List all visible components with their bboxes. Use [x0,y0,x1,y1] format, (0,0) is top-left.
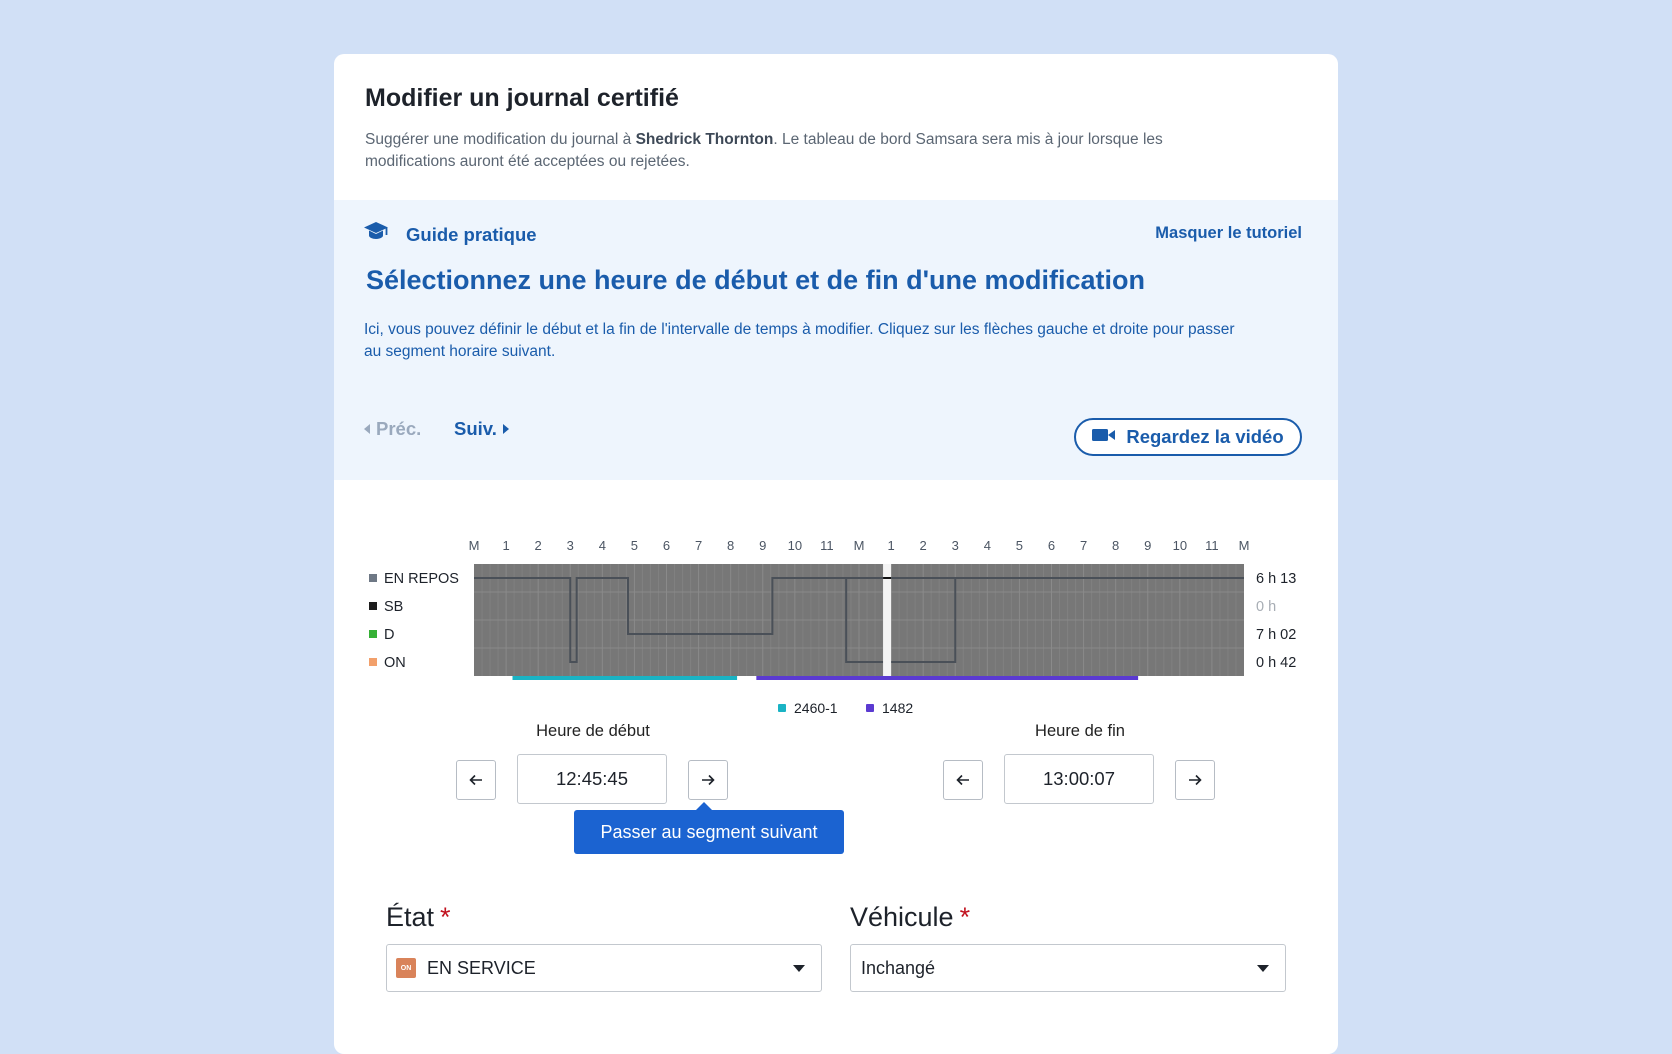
on-duty-badge: ON [396,958,416,978]
status-color-swatch [369,658,377,666]
state-select[interactable]: ON EN SERVICE [386,944,822,992]
status-total: 0 h [1256,599,1276,615]
start-prev-segment-button[interactable] [456,760,496,800]
hour-tick-label: 1 [502,538,509,553]
hour-tick-label: 10 [1173,538,1187,553]
status-color-swatch [369,602,377,610]
hour-tick-label: 3 [952,538,959,553]
end-prev-segment-button[interactable] [943,760,983,800]
end-time-label: Heure de fin [1035,722,1125,740]
start-time-label: Heure de début [536,722,650,740]
hour-tick-label: 7 [695,538,702,553]
hour-tick-label: 11 [1205,538,1219,553]
hour-tick-label: 9 [1144,538,1151,553]
arrow-left-icon [956,774,969,786]
vehicle-legend-label: 2460-1 [794,700,838,716]
hour-tick-label: 2 [920,538,927,553]
status-color-swatch [369,574,377,582]
hour-tick-label: 8 [727,538,734,553]
hour-tick-label: 4 [984,538,991,553]
vehicle-legend-label: 1482 [882,700,913,716]
status-total: 0 h 42 [1256,655,1296,671]
status-total: 7 h 02 [1256,627,1296,643]
hour-tick-label: M [469,538,480,553]
hour-tick-label: 6 [663,538,670,553]
vehicle-label: Véhicule * [850,902,971,932]
vehicle-legend-swatch [866,704,874,712]
hour-tick-label: 4 [599,538,606,553]
status-row-label: ON [384,655,406,671]
vehicle-select[interactable]: Inchangé [850,944,1286,992]
hour-tick-label: 7 [1080,538,1087,553]
vehicle-legend-swatch [778,704,786,712]
edit-log-card: Modifier un journal certifié Suggérer un… [334,54,1338,1054]
hour-tick-label: 3 [567,538,574,553]
hour-tick-label: 5 [1016,538,1023,553]
hour-tick-label: 10 [788,538,802,553]
status-row-label: EN REPOS [384,571,459,587]
selected-interval[interactable] [883,564,892,676]
end-next-segment-button[interactable] [1175,760,1215,800]
start-next-segment-button[interactable] [688,760,728,800]
arrow-left-icon [469,774,482,786]
status-row-label: D [384,627,394,643]
hour-tick-label: 1 [887,538,894,553]
arrow-right-icon [702,774,715,786]
hos-log-chart[interactable]: M 1 2 3 4 5 6 7 8 9 10 11 M 1 2 3 4 5 6 7 8 9 10 11 M EN REPOS 6 h… [334,54,1338,734]
status-total: 6 h 13 [1256,571,1296,587]
hour-tick-label: 5 [631,538,638,553]
hour-tick-label: 2 [535,538,542,553]
vehicle-value: Inchangé [861,957,936,978]
hour-tick-label: M [854,538,865,553]
hour-tick-label: 11 [820,538,834,553]
state-label: État * [386,902,451,932]
required-mark: * [440,902,451,932]
hour-tick-label: M [1239,538,1250,553]
state-value: EN SERVICE [427,957,536,978]
next-segment-tooltip: Passer au segment suivant [574,802,844,854]
chevron-down-icon [793,965,805,972]
vehicle-bar [512,676,738,680]
hour-tick-label: 9 [759,538,766,553]
required-mark: * [959,902,971,932]
vehicle-bar [756,676,1139,680]
end-time-input[interactable]: 13:00:07 [1004,754,1154,804]
chevron-down-icon [1257,965,1269,972]
hour-tick-label: 6 [1048,538,1055,553]
hour-tick-label: 8 [1112,538,1119,553]
status-row-label: SB [384,599,403,615]
start-time-input[interactable]: 12:45:45 [517,754,667,804]
arrow-right-icon [1189,774,1202,786]
status-color-swatch [369,630,377,638]
